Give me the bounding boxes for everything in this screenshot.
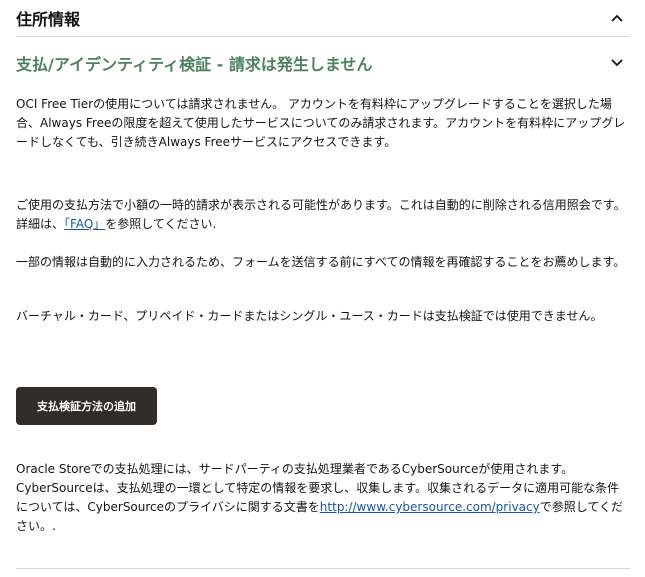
free-tier-notice: OCI Free Tierの使用については請求されません。 アカウントを有料枠に… — [16, 97, 626, 149]
cybersource-notice: Oracle Storeでの支払処理には、サードパーティの支払処理業者であるCy… — [16, 460, 628, 536]
privacy-link[interactable]: http://www.cybersource.com/privacy — [320, 500, 540, 514]
address-section-title: 住所情報 — [16, 10, 81, 29]
payment-section-header[interactable]: 支払/アイデンティティ検証 - 請求は発生しません — [16, 44, 630, 82]
add-payment-verification-button[interactable]: 支払検証方法の追加 — [16, 387, 157, 425]
checkout-form: 住所情報 支払/アイデンティティ検証 - 請求は発生しません OCI Free … — [0, 0, 645, 577]
payment-section-title: 支払/アイデンティティ検証 - 請求は発生しません — [16, 55, 373, 74]
address-section-header[interactable]: 住所情報 — [16, 0, 630, 37]
temporary-charge-text-end: を参照してください. — [105, 217, 217, 231]
faq-link[interactable]: 「FAQ」 — [64, 217, 105, 231]
temporary-charge-notice: ご使用の支払方法で小額の一時的請求が表示される可能性があります。これは自動的に削… — [16, 196, 628, 234]
section-divider — [16, 568, 630, 569]
chevron-down-icon[interactable] — [608, 54, 626, 72]
card-restriction-notice: バーチャル・カード、プリペイド・カードまたはシングル・ユース・カードは支払検証で… — [16, 309, 603, 323]
review-info-notice: 一部の情報は自動的に入力されるため、フォームを送信する前にすべての情報を再確認す… — [16, 255, 626, 269]
chevron-up-icon[interactable] — [608, 9, 626, 27]
